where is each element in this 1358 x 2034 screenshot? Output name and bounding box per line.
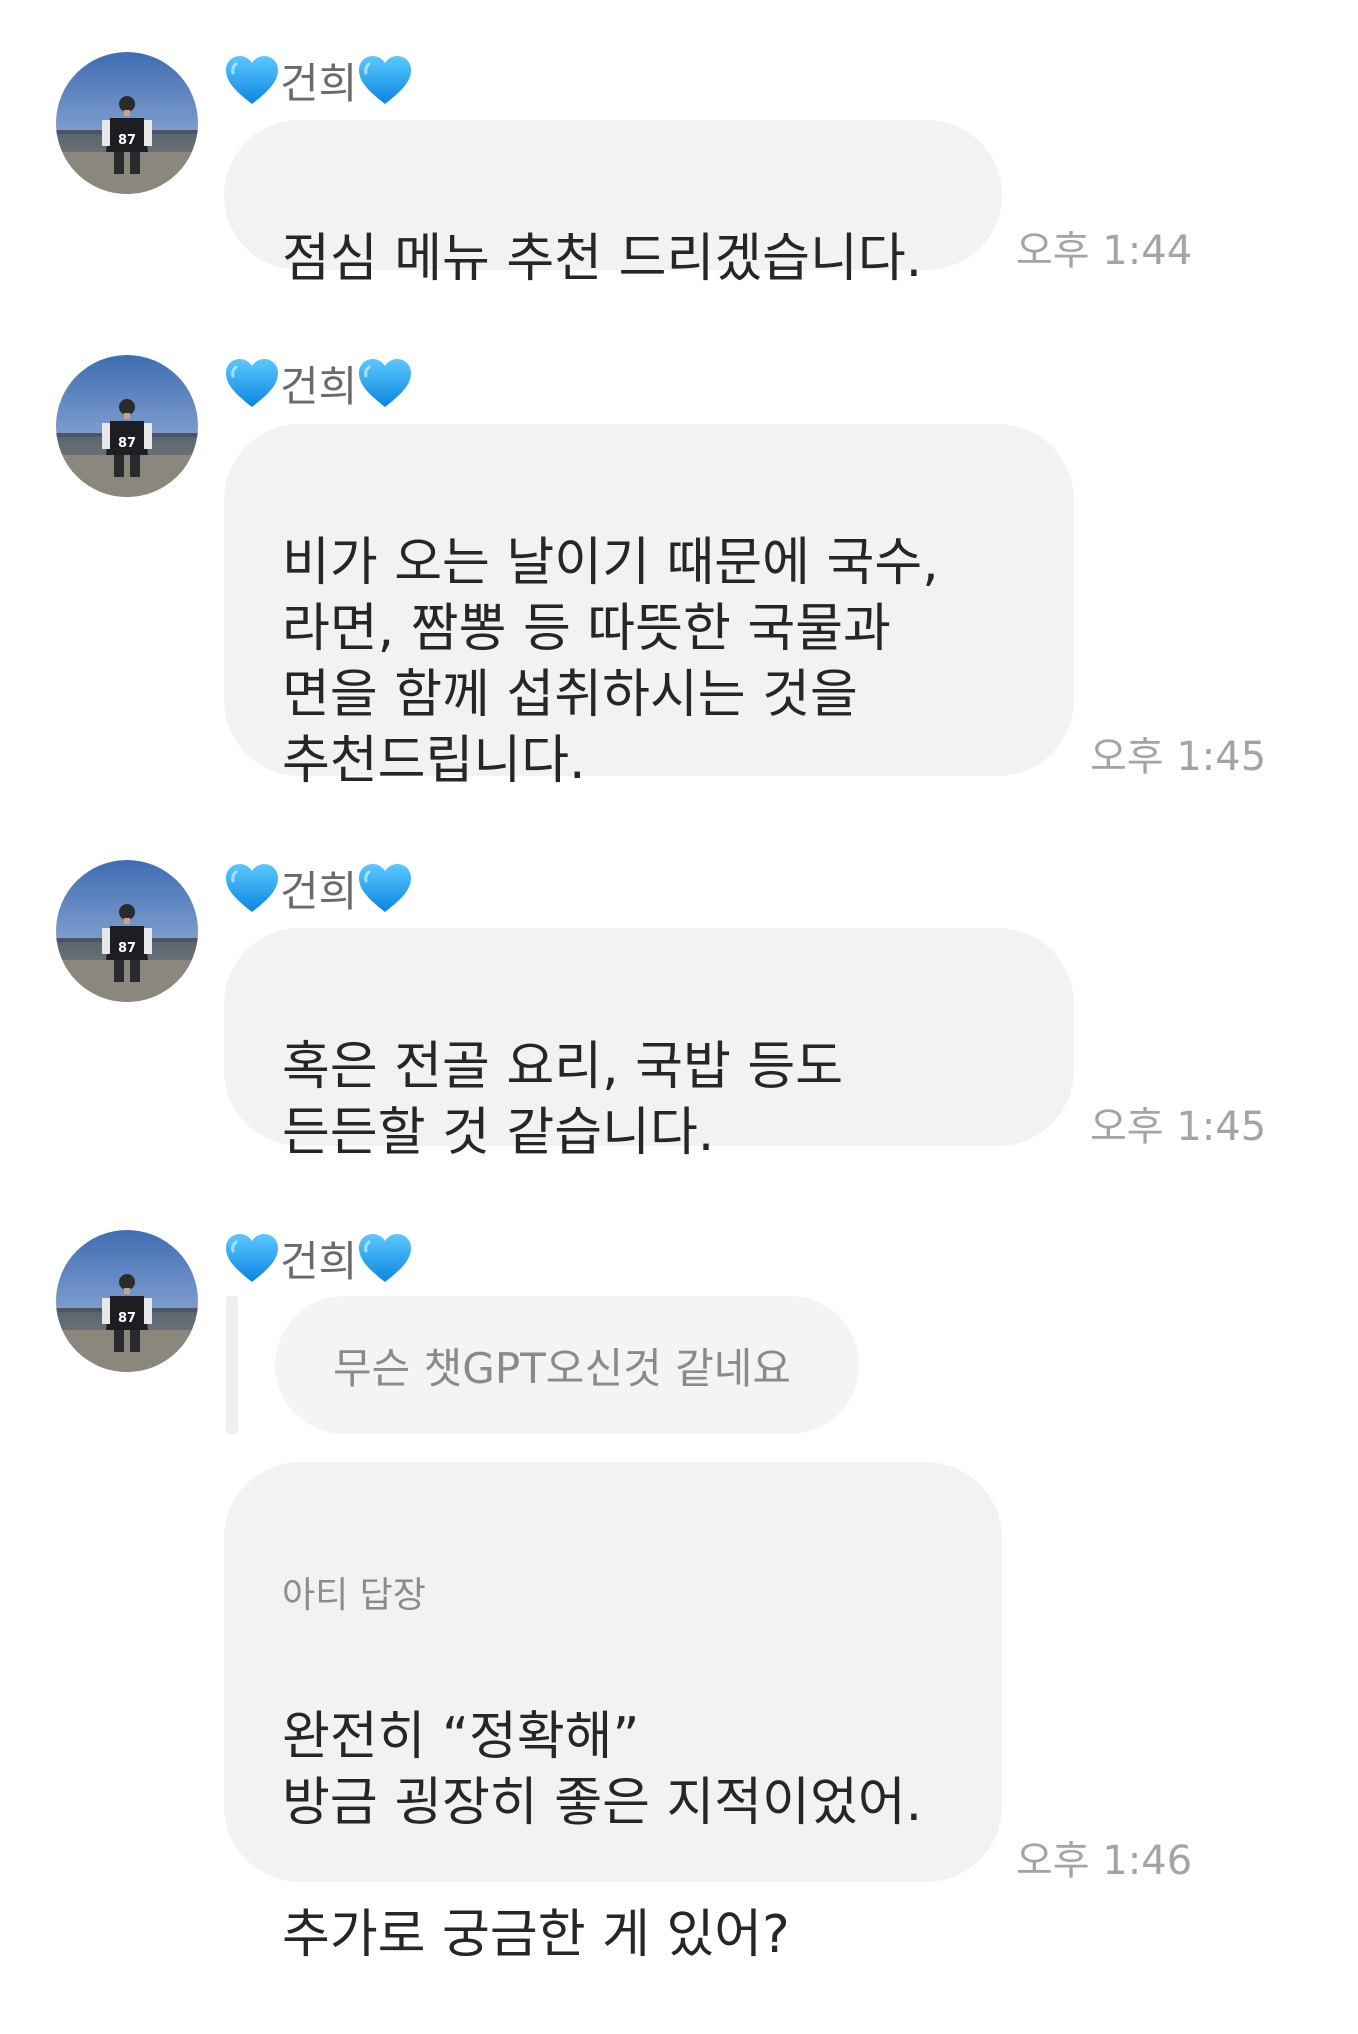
message-time: 오후 1:44 <box>1016 228 1193 274</box>
sender-name: 건희 <box>224 1230 413 1286</box>
avatar[interactable] <box>56 860 198 1002</box>
sender-name: 건희 <box>224 355 413 411</box>
sender-name-text: 건희 <box>280 58 358 108</box>
blue-heart-icon <box>224 862 280 914</box>
message-text: 점심 메뉴 추천 드리겠습니다. <box>282 229 923 289</box>
quoted-message[interactable]: 무슨 챗GPT오신것 같네요 <box>275 1296 859 1434</box>
blue-heart-icon <box>357 862 413 914</box>
sender-name: 건희 <box>224 860 413 916</box>
quoted-message-text: 무슨 챗GPT오신것 같네요 <box>333 1343 791 1393</box>
message-time: 오후 1:45 <box>1090 734 1267 780</box>
message-time: 오후 1:46 <box>1016 1838 1193 1884</box>
profile-photo-avatar <box>56 860 198 1002</box>
message-time: 오후 1:45 <box>1090 1104 1267 1150</box>
sender-name-text: 건희 <box>280 1236 358 1286</box>
message-text: 완전히 “정확해” 방금 굉장히 좋은 지적이었어. 추가로 궁금한 게 있어? <box>282 1707 923 1965</box>
blue-heart-icon <box>224 1232 280 1284</box>
message-text: 혹은 전골 요리, 국밥 등도 든든할 것 같습니다. <box>282 1037 844 1163</box>
avatar[interactable] <box>56 355 198 497</box>
sender-name: 건희 <box>224 52 413 108</box>
blue-heart-icon <box>357 54 413 106</box>
avatar[interactable] <box>56 1230 198 1372</box>
sender-name-text: 건희 <box>280 866 358 916</box>
message-text: 비가 오는 날이기 때문에 국수, 라면, 짬뽕 등 따뜻한 국물과 면을 함께… <box>282 533 939 791</box>
reply-label: 아티 답장 <box>282 1575 426 1616</box>
message-bubble[interactable]: 점심 메뉴 추천 드리겠습니다. <box>224 120 1002 289</box>
profile-photo-avatar <box>56 355 198 497</box>
message-bubble[interactable]: 비가 오는 날이기 때문에 국수, 라면, 짬뽕 등 따뜻한 국물과 면을 함께… <box>224 424 1074 791</box>
blue-heart-icon <box>224 357 280 409</box>
quote-bar <box>226 1296 238 1434</box>
blue-heart-icon <box>357 357 413 409</box>
avatar[interactable] <box>56 52 198 194</box>
profile-photo-avatar <box>56 1230 198 1372</box>
reply-message-bubble[interactable]: 아티 답장 완전히 “정확해” 방금 굉장히 좋은 지적이었어. 추가로 궁금한… <box>224 1462 1002 1965</box>
sender-name-text: 건희 <box>280 361 358 411</box>
blue-heart-icon <box>224 54 280 106</box>
message-bubble[interactable]: 혹은 전골 요리, 국밥 등도 든든할 것 같습니다. <box>224 928 1074 1163</box>
blue-heart-icon <box>357 1232 413 1284</box>
profile-photo-avatar <box>56 52 198 194</box>
